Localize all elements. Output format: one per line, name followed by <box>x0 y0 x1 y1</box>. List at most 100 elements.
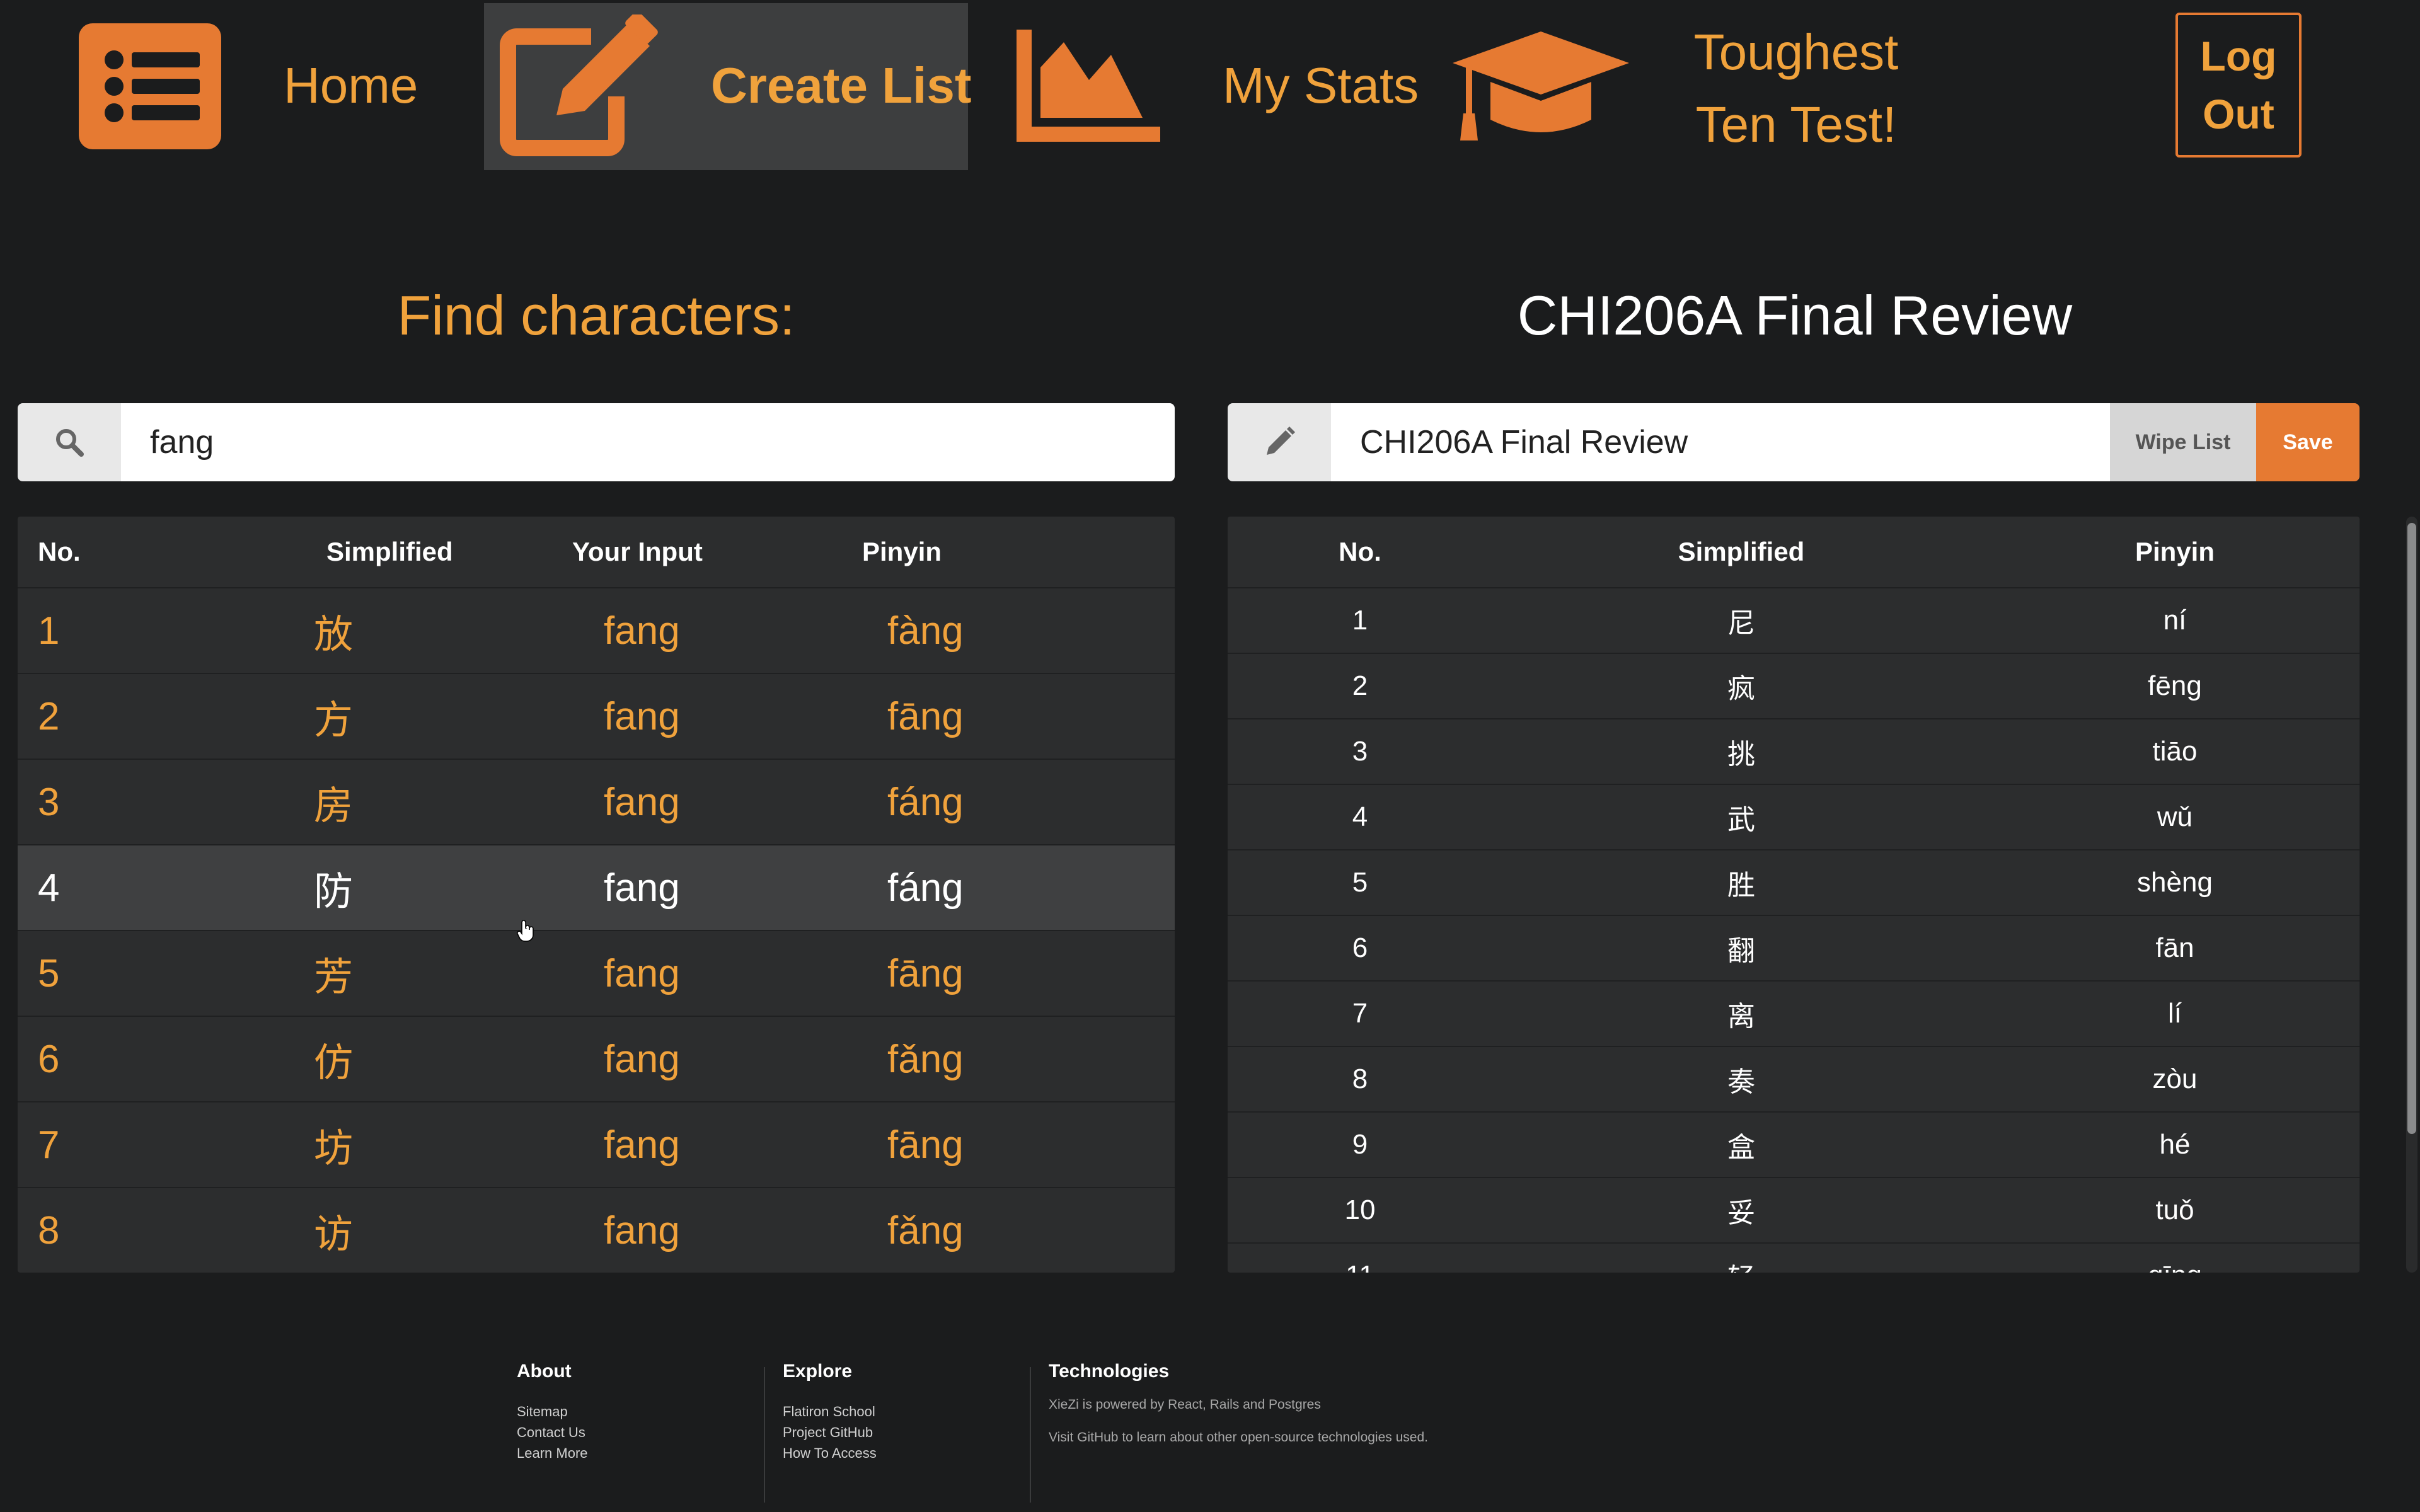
review-list-row[interactable]: 2 疯 fēng <box>1228 654 2360 719</box>
row-pinyin: tuǒ <box>2155 1194 2194 1225</box>
row-your-input: fang <box>604 1037 680 1081</box>
nav-toughest-ten-test-label: Toughest Ten Test! <box>1693 24 1899 152</box>
row-pinyin: lí <box>2168 998 2182 1029</box>
review-list-row[interactable]: 11轻qīng <box>1228 1244 2360 1273</box>
row-your-input: fang <box>604 951 680 995</box>
graduation-cap-icon <box>1449 28 1632 151</box>
pencil-icon <box>1228 403 1331 481</box>
search-results-header: No. Simplified Your Input Pinyin <box>18 517 1175 588</box>
search-input[interactable] <box>121 403 1175 481</box>
save-button[interactable]: Save <box>2256 403 2360 481</box>
mouse-cursor-icon <box>517 920 534 946</box>
row-number: 8 <box>1352 1063 1368 1094</box>
footer-link-how-to-access[interactable]: How To Access <box>783 1443 877 1463</box>
footer-link-learn-more[interactable]: Learn More <box>517 1443 588 1463</box>
wipe-list-button[interactable]: Wipe List <box>2110 403 2256 481</box>
search-heading: Find characters: <box>397 284 795 346</box>
footer-divider <box>1030 1367 1031 1503</box>
row-pinyin: fēng <box>2148 670 2202 701</box>
review-list-row[interactable]: 4 武 wǔ <box>1228 785 2360 850</box>
review-list-header: No. Simplified Pinyin <box>1228 517 2360 588</box>
row-simplified: 坊 <box>314 1127 354 1171</box>
footer-tech-line-2: Visit GitHub to learn about other open-s… <box>1049 1430 1428 1445</box>
nav-toughest-ten-test[interactable]: Toughest Ten Test! <box>1443 3 1935 170</box>
row-pinyin: shèng <box>2137 867 2213 898</box>
search-result-row[interactable]: 7 坊 fang fāng <box>18 1102 1175 1188</box>
row-simplified: 疯 <box>1727 673 1755 704</box>
row-simplified: 芳 <box>314 956 354 999</box>
row-number: 5 <box>38 951 60 995</box>
row-pinyin: fáng <box>887 866 964 910</box>
review-list-row[interactable]: 3 挑 tiāo <box>1228 719 2360 785</box>
row-your-input: fang <box>604 1208 680 1252</box>
row-simplified: 放 <box>314 613 354 656</box>
row-your-input: fang <box>604 866 680 910</box>
footer-link-flatiron-school[interactable]: Flatiron School <box>783 1401 877 1422</box>
list-name-bar: Wipe List Save <box>1228 403 2360 481</box>
col-header-no: No. <box>38 537 81 566</box>
row-your-input: fang <box>604 609 680 653</box>
search-result-row[interactable]: 8 访 fang fǎng <box>18 1188 1175 1273</box>
footer-about: About Sitemap Contact Us Learn More <box>517 1361 588 1463</box>
row-number: 5 <box>1352 867 1368 898</box>
search-result-row[interactable]: 1 放 fang fàng <box>18 588 1175 674</box>
row-simplified: 仿 <box>314 1041 354 1085</box>
area-chart-icon <box>1017 30 1161 146</box>
row-pinyin: fàng <box>887 609 964 653</box>
footer-about-heading: About <box>517 1361 572 1382</box>
row-number: 2 <box>1352 670 1368 701</box>
search-result-row[interactable]: 3 房 fang fáng <box>18 760 1175 845</box>
nav-create-list-label: Create List <box>711 57 972 113</box>
row-simplified: 翻 <box>1727 936 1755 966</box>
row-number: 11 <box>1228 1260 1492 1273</box>
row-your-input: fang <box>604 694 680 738</box>
page-scrollbar-thumb[interactable] <box>2407 523 2416 1134</box>
nav-home[interactable]: Home <box>69 3 454 170</box>
row-number: 4 <box>38 866 60 910</box>
footer-link-project-github[interactable]: Project GitHub <box>783 1422 877 1443</box>
row-your-input: fang <box>604 1123 680 1167</box>
edit-icon <box>497 11 660 163</box>
row-simplified: 房 <box>314 784 354 828</box>
row-pinyin: fǎng <box>887 1208 964 1252</box>
row-number: 3 <box>1352 736 1368 767</box>
row-number: 6 <box>1352 932 1368 963</box>
row-simplified: 挑 <box>1727 739 1755 770</box>
review-list-row[interactable]: 5 胜 shèng <box>1228 850 2360 916</box>
col-header-pinyin: Pinyin <box>2135 537 2215 566</box>
row-your-input: fang <box>604 780 680 824</box>
row-pinyin: fáng <box>887 780 964 824</box>
col-header-pinyin: Pinyin <box>862 537 942 566</box>
search-result-row[interactable]: 5 芳 fang fāng <box>18 931 1175 1017</box>
footer-link-sitemap[interactable]: Sitemap <box>517 1401 588 1422</box>
search-bar <box>18 403 1175 481</box>
search-result-row[interactable]: 2 方 fang fāng <box>18 674 1175 760</box>
review-list-row[interactable]: 8 奏 zòu <box>1228 1047 2360 1113</box>
search-result-row[interactable]: 4 防 fang fáng <box>18 845 1175 931</box>
review-list-row[interactable]: 7 离 lí <box>1228 982 2360 1047</box>
row-pinyin: tiāo <box>2152 736 2198 767</box>
row-pinyin: wǔ <box>2157 801 2193 832</box>
col-header-simplified: Simplified <box>326 537 453 566</box>
list-name-input[interactable] <box>1331 403 2110 481</box>
footer-technologies: Technologies XieZi is powered by React, … <box>1049 1361 1428 1454</box>
nav-create-list[interactable]: Create List <box>484 3 972 170</box>
nav-my-stats[interactable]: My Stats <box>1002 3 1431 170</box>
row-pinyin: fāng <box>887 1123 964 1167</box>
row-number: 8 <box>38 1208 60 1252</box>
review-list-row[interactable]: 1 尼 ní <box>1228 588 2360 654</box>
row-number: 2 <box>38 694 60 738</box>
footer-link-contact-us[interactable]: Contact Us <box>517 1422 588 1443</box>
footer-explore-heading: Explore <box>783 1361 853 1382</box>
search-result-row[interactable]: 6 仿 fang fǎng <box>18 1017 1175 1102</box>
review-list-row[interactable]: 10 妥 tuǒ <box>1228 1178 2360 1244</box>
row-number: 4 <box>1352 801 1368 832</box>
review-list-row[interactable]: 9 盒 hé <box>1228 1113 2360 1178</box>
list-heading: CHI206A Final Review <box>1517 284 2073 346</box>
row-pinyin: fǎng <box>887 1037 964 1081</box>
review-list-table: No. Simplified Pinyin 1 尼 ní 2 疯 fēng 3 挑 tiāo 4 武… <box>1228 517 2360 1273</box>
footer-technologies-heading: Technologies <box>1049 1361 1170 1382</box>
logout-button[interactable]: Log Out <box>2175 13 2302 158</box>
review-list-row[interactable]: 6 翻 fān <box>1228 916 2360 982</box>
nav-home-label: Home <box>284 57 418 113</box>
